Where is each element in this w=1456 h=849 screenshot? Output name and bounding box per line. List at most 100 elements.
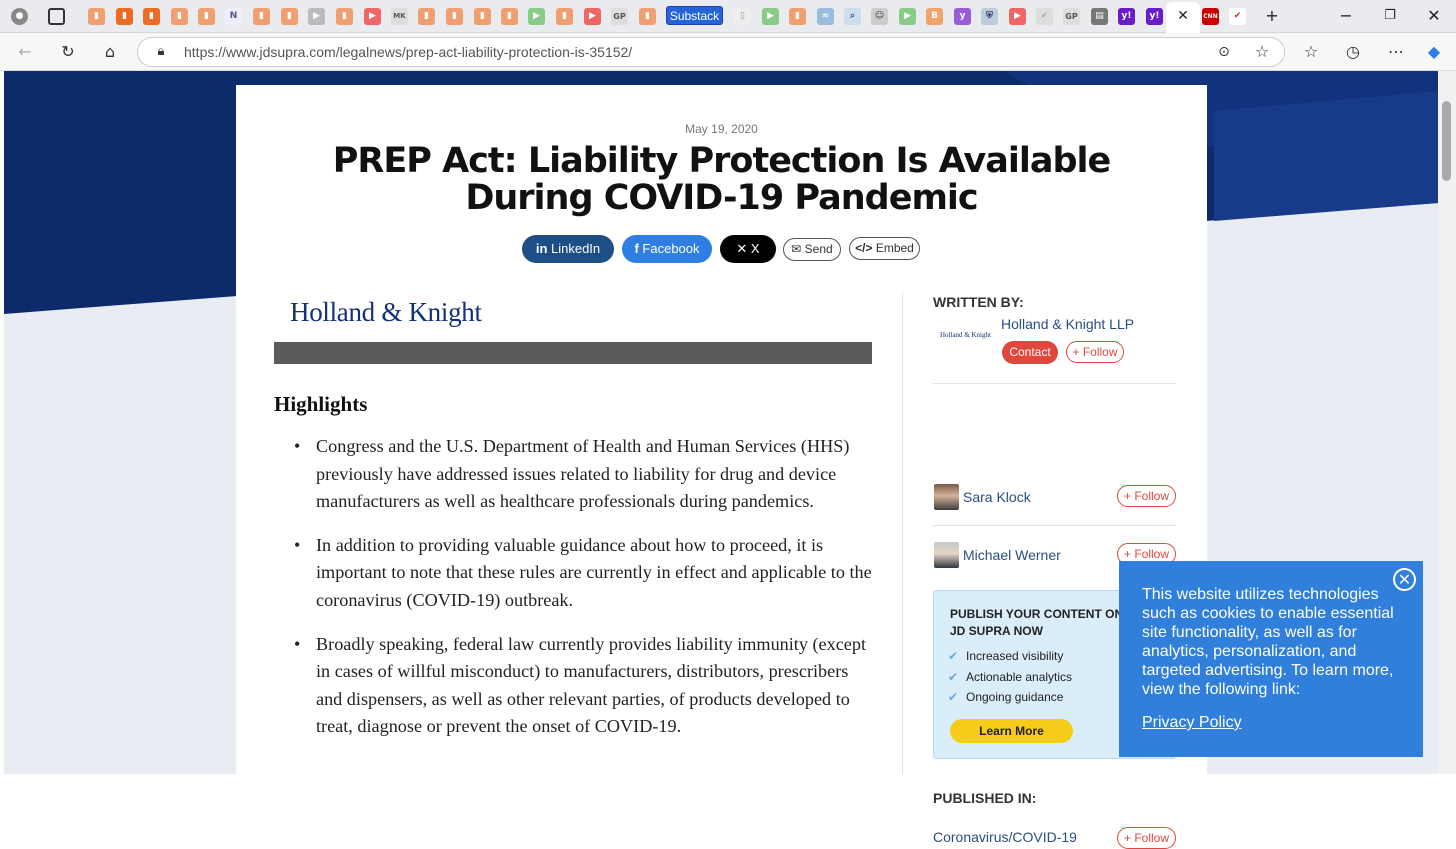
share-linkedin-button[interactable]: in LinkedIn [522, 235, 614, 263]
refresh-icon[interactable]: ↻ [57, 41, 79, 63]
topic-covid-link[interactable]: Coronavirus/COVID-19 [933, 829, 1077, 845]
favicon-mk-icon[interactable]: MK [391, 8, 408, 25]
favicon-bookmark-icon[interactable]: ▮ [171, 8, 188, 25]
favicon-arrow-icon[interactable]: ▶ [308, 8, 325, 25]
author-sara-klock-link[interactable]: Sara Klock [963, 489, 1031, 505]
author-michael-werner-link[interactable]: Michael Werner [963, 547, 1061, 563]
scrollbar-thumb[interactable] [1442, 101, 1451, 181]
tab-substack[interactable]: Substack [666, 6, 723, 25]
firm-logo[interactable]: Holland & Knight [940, 331, 991, 339]
tab-active-jdsupra[interactable]: ✕ [1166, 2, 1200, 33]
benefit-item: ✔ Increased visibility [948, 649, 1063, 663]
check-icon: ✔ [948, 690, 959, 704]
favicon-bookmark-icon[interactable]: ▮ [789, 8, 806, 25]
favicon-cnn-icon[interactable]: CNN [1202, 8, 1219, 25]
linkedin-icon: in [535, 241, 551, 256]
minimize-icon[interactable]: − [1334, 5, 1358, 27]
favicon-yahoo-icon[interactable]: y! [1118, 8, 1135, 25]
avatar[interactable] [934, 542, 959, 568]
x-icon: ✕ [736, 241, 751, 256]
profile-icon[interactable]: ● [11, 8, 28, 25]
favicon-bookmark-icon[interactable]: ▮ [198, 8, 215, 25]
favicon-bookmark-icon[interactable]: ▮ [281, 8, 298, 25]
restore-icon[interactable]: ❐ [1378, 5, 1402, 27]
learn-more-button[interactable]: Learn More [950, 719, 1073, 743]
favicon-bookmark-icon[interactable]: ▮ [474, 8, 491, 25]
star-icon[interactable]: ☆ [1251, 41, 1273, 63]
favicon-tool-icon[interactable]: ≈ [817, 8, 834, 25]
home-icon[interactable]: ⌂ [99, 41, 121, 63]
article-body: Holland & Knight Highlights Congress and… [274, 293, 872, 774]
highlights-heading: Highlights [274, 392, 368, 416]
favicon-shield-icon[interactable]: ⛨ [981, 8, 998, 25]
favorites-icon[interactable]: ☆ [1300, 41, 1322, 63]
favicon-yahoo-icon[interactable]: y [954, 8, 971, 25]
cookie-banner: ✕ This website utilizes technologies suc… [1119, 561, 1423, 757]
lock-icon[interactable]: 🔒︎ [150, 41, 172, 63]
favicon-bookmark-icon[interactable]: ▮ [639, 8, 656, 25]
favicon-bookmark-icon[interactable]: ▮ [116, 8, 133, 25]
share-facebook-label: Facebook [642, 241, 700, 256]
favicon-gp-icon[interactable]: GP [611, 8, 628, 25]
contact-button[interactable]: Contact [1002, 341, 1058, 364]
scrollbar[interactable] [1438, 71, 1456, 774]
favicon-play-icon[interactable]: ▶ [762, 8, 779, 25]
tab-actions-icon[interactable] [48, 8, 65, 25]
check-icon: ✔ [948, 670, 959, 684]
follow-sara-klock-button[interactable]: + Follow [1117, 485, 1176, 507]
share-embed-label: Embed [875, 241, 914, 255]
share-linkedin-label: LinkedIn [551, 241, 601, 256]
follow-topic-button[interactable]: + Follow [1117, 827, 1176, 849]
favicon-b-icon[interactable]: B [926, 8, 943, 25]
favicon-search-icon[interactable]: ⌕ [844, 8, 861, 25]
reader-options-icon[interactable]: ⊙ [1213, 41, 1235, 63]
favicon-n-icon[interactable]: N [225, 8, 242, 25]
share-send-button[interactable]: ✉ Send [783, 238, 841, 261]
benefit-label: Actionable analytics [966, 670, 1073, 684]
favicon-bookmark-icon[interactable]: ▮ [143, 8, 160, 25]
share-facebook-button[interactable]: f Facebook [622, 235, 712, 263]
favicon-gp-icon[interactable]: GP [1063, 8, 1080, 25]
favicon-yahoo-icon[interactable]: y! [1146, 8, 1163, 25]
favicon-doc-icon[interactable]: ▯ [734, 8, 751, 25]
favicon-bird-icon[interactable]: ✓ [1036, 8, 1053, 25]
share-x-button[interactable]: ✕ X [720, 235, 776, 263]
history-icon[interactable]: ◷ [1342, 41, 1364, 63]
new-tab-icon[interactable]: + [1260, 5, 1284, 27]
favicon-bookmark-icon[interactable]: ▮ [336, 8, 353, 25]
check-icon: ✔ [948, 649, 959, 663]
more-options-icon[interactable]: ⋯ [1385, 41, 1407, 63]
address-row: ← ↻ ⌂ 🔒︎ https://www.jdsupra.com/legalne… [0, 33, 1456, 71]
favicon-bookmark-icon[interactable]: ▮ [446, 8, 463, 25]
privacy-policy-link[interactable]: Privacy Policy [1142, 714, 1242, 732]
sidebar-divider [933, 383, 1176, 384]
share-embed-button[interactable]: </> Embed [849, 237, 920, 260]
favicon-play-icon[interactable]: ▶ [899, 8, 916, 25]
favicon-youtube-icon[interactable]: ▶ [584, 8, 601, 25]
close-window-icon[interactable]: ✕ [1422, 5, 1446, 27]
back-arrow-icon[interactable]: ← [14, 41, 36, 63]
favicon-bookmark-icon[interactable]: ▮ [253, 8, 270, 25]
follow-firm-button[interactable]: + Follow [1066, 341, 1124, 363]
favicon-robot-icon[interactable]: ☺ [871, 8, 888, 25]
publish-heading-line1: PUBLISH YOUR CONTENT ON [950, 607, 1124, 621]
highlight-item: Congress and the U.S. Department of Heal… [274, 433, 872, 516]
highlights-list: Congress and the U.S. Department of Heal… [274, 433, 872, 757]
address-bar[interactable]: 🔒︎ https://www.jdsupra.com/legalnews/pre… [137, 37, 1285, 67]
favicon-bookmark-icon[interactable]: ▮ [501, 8, 518, 25]
favicon-bookmark-icon[interactable]: ▮ [418, 8, 435, 25]
copilot-icon[interactable]: ◆ [1423, 41, 1445, 63]
article-card: May 19, 2020 PREP Act: Liability Protect… [236, 85, 1207, 849]
favicon-bird-red-icon[interactable]: ✔ [1229, 8, 1246, 25]
article-date: May 19, 2020 [685, 122, 758, 136]
close-tab-icon[interactable]: ✕ [1171, 5, 1195, 27]
favicon-youtube-icon[interactable]: ▶ [1009, 8, 1026, 25]
favicon-news-icon[interactable]: ▤ [1091, 8, 1108, 25]
avatar[interactable] [934, 484, 959, 510]
favicon-play-icon[interactable]: ▶ [528, 8, 545, 25]
url-text[interactable]: https://www.jdsupra.com/legalnews/prep-a… [184, 44, 632, 60]
firm-name-link[interactable]: Holland & Knight LLP [1001, 316, 1134, 332]
favicon-bookmark-icon[interactable]: ▮ [88, 8, 105, 25]
favicon-bookmark-icon[interactable]: ▮ [556, 8, 573, 25]
favicon-youtube-icon[interactable]: ▶ [364, 8, 381, 25]
